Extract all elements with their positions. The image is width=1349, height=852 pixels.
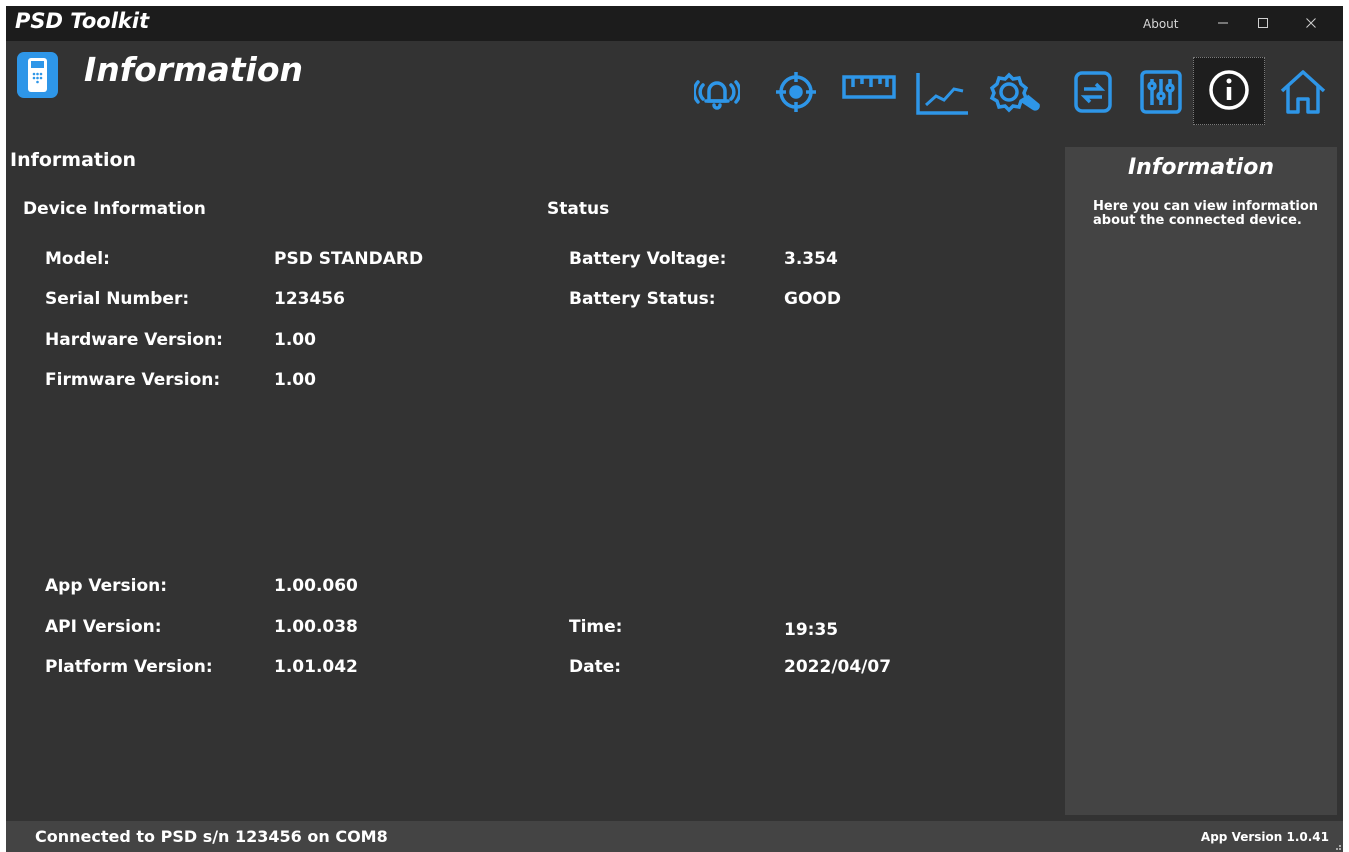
firmware-version-label: Firmware Version: bbox=[45, 370, 221, 390]
sliders-icon bbox=[1140, 70, 1182, 114]
battery-voltage-value: 3.354 bbox=[784, 249, 838, 269]
serial-number-value: 123456 bbox=[274, 289, 345, 309]
device-logo-icon bbox=[17, 52, 58, 98]
chart-icon bbox=[916, 73, 968, 115]
target-icon bbox=[776, 72, 816, 112]
toolbar-info-button[interactable] bbox=[1193, 57, 1265, 125]
model-label: Model: bbox=[45, 249, 110, 269]
app-version-status: App Version 1.0.41 bbox=[1200, 830, 1329, 844]
minimize-icon bbox=[1218, 22, 1228, 24]
app-window: PSD Toolkit About Information Informatio… bbox=[6, 6, 1343, 852]
date-label: Date: bbox=[569, 657, 622, 677]
resize-grip-icon[interactable] bbox=[1333, 842, 1341, 850]
file-transfer-icon bbox=[1074, 71, 1112, 113]
battery-status-label: Battery Status: bbox=[569, 289, 716, 309]
status-bar: Connected to PSD s/n 123456 on COM8 App … bbox=[6, 821, 1343, 852]
hardware-version-label: Hardware Version: bbox=[45, 330, 223, 350]
alarm-icon bbox=[694, 80, 740, 110]
api-version-value: 1.00.038 bbox=[274, 617, 358, 637]
ruler-icon bbox=[842, 75, 896, 99]
time-value: 19:35 bbox=[784, 620, 839, 640]
toolbar-ruler-button[interactable] bbox=[837, 62, 896, 122]
settings-wrench-icon bbox=[989, 72, 1040, 113]
date-value: 2022/04/07 bbox=[784, 657, 892, 677]
device-info-title: Device Information bbox=[23, 199, 206, 219]
help-panel-title: Information bbox=[1128, 155, 1274, 180]
serial-number-label: Serial Number: bbox=[45, 289, 190, 309]
api-version-label: API Version: bbox=[45, 617, 162, 637]
title-bar: PSD Toolkit About bbox=[6, 6, 1343, 41]
firmware-version-value: 1.00 bbox=[274, 370, 316, 390]
maximize-icon bbox=[1258, 18, 1268, 28]
status-title: Status bbox=[547, 199, 610, 219]
platform-version-value: 1.01.042 bbox=[274, 657, 358, 677]
page-heading: Information bbox=[84, 50, 303, 89]
battery-voltage-label: Battery Voltage: bbox=[569, 249, 727, 269]
section-title: Information bbox=[10, 149, 137, 171]
toolbar-settings-button[interactable] bbox=[983, 62, 1040, 122]
app-title: PSD Toolkit bbox=[15, 9, 150, 33]
close-icon bbox=[1306, 18, 1316, 28]
time-label: Time: bbox=[569, 617, 623, 637]
help-panel: Information Here you can view informatio… bbox=[1065, 147, 1337, 815]
about-link[interactable]: About bbox=[1143, 17, 1178, 31]
minimize-button[interactable] bbox=[1203, 8, 1243, 38]
battery-status-value: GOOD bbox=[784, 289, 841, 309]
home-icon bbox=[1280, 70, 1326, 114]
toolbar-target-button[interactable] bbox=[769, 62, 821, 122]
connection-status: Connected to PSD s/n 123456 on COM8 bbox=[35, 827, 388, 846]
hardware-version-value: 1.00 bbox=[274, 330, 316, 350]
platform-version-label: Platform Version: bbox=[45, 657, 213, 677]
app-version-value: 1.00.060 bbox=[274, 576, 358, 596]
toolbar-alarm-button[interactable] bbox=[690, 62, 742, 122]
maximize-button[interactable] bbox=[1243, 8, 1283, 38]
info-icon bbox=[1209, 70, 1249, 110]
toolbar-sliders-button[interactable] bbox=[1134, 62, 1186, 122]
toolbar-file-transfer-button[interactable] bbox=[1066, 62, 1118, 122]
toolbar-chart-button[interactable] bbox=[910, 62, 968, 122]
close-button[interactable] bbox=[1291, 8, 1331, 38]
app-version-label: App Version: bbox=[45, 576, 168, 596]
model-value: PSD STANDARD bbox=[274, 249, 424, 269]
toolbar-home-button[interactable] bbox=[1274, 62, 1326, 122]
help-panel-text: Here you can view information about the … bbox=[1093, 199, 1319, 228]
